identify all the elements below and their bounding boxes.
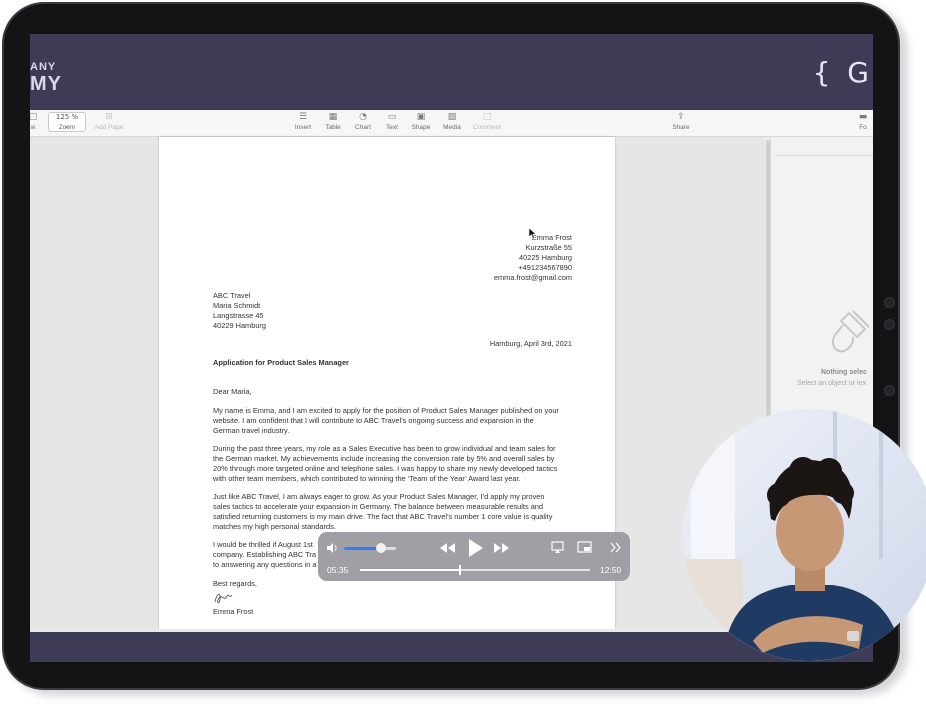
paragraph-line: with other team members, which contribut… (213, 474, 521, 483)
airplay-icon[interactable] (551, 541, 564, 554)
total-duration: 12:50 (600, 565, 622, 575)
signature-image (214, 593, 233, 604)
table-button[interactable]: ▦ Table (316, 112, 350, 132)
format-icon: ▬ (858, 112, 868, 122)
paragraph-line: satisfied returning customers is my main… (213, 512, 553, 521)
sender-city: 40225 Hamburg (518, 253, 572, 262)
brand-line-2: MY (30, 73, 62, 95)
presenter-webcam-overlay (683, 409, 926, 661)
share-label: Share (672, 124, 690, 131)
more-chevron-icon[interactable] (610, 542, 622, 553)
volume-knob[interactable] (376, 543, 387, 553)
brand-logo-right: { G (812, 56, 873, 89)
letter-paragraph: During the past three years, my role as … (213, 444, 573, 484)
paragraph-line: the German market. My achievements inclu… (213, 454, 555, 463)
paragraph-line: 20% through more targeted online and tel… (213, 464, 558, 473)
letter-date: Hamburg, April 3rd, 2021 (489, 339, 572, 348)
brand-logo-left: ANY MY (30, 61, 62, 95)
share-icon: ⇪ (677, 112, 685, 122)
recipient-street: Langstrasse 45 (213, 311, 264, 320)
sender-address: Emma Frost Kurzstraße 55 40225 Hamburg +… (494, 233, 572, 283)
play-icon[interactable] (467, 538, 484, 558)
sidebar-empty-subtitle: Select an object or tex (797, 380, 867, 387)
rewind-icon[interactable] (439, 542, 456, 554)
add-page-button[interactable]: ⊞ Add Page (92, 112, 126, 132)
paragraph-line: Just like ABC Travel, I am always eager … (213, 492, 545, 501)
table-label: Table (325, 124, 341, 131)
letter-closing: Best regards, (213, 579, 257, 588)
side-dot (884, 297, 895, 308)
recipient-name: Maria Schmidt (213, 301, 261, 310)
view-label: w (30, 124, 36, 131)
comment-label: Comment (472, 124, 502, 131)
sender-email: emma.frost@gmail.com (493, 273, 572, 282)
letter-paragraph: Just like ABC Travel, I am always eager … (213, 492, 573, 532)
format-button[interactable]: ▬ Fo (852, 112, 873, 132)
brand-line-1: ANY (30, 61, 57, 73)
shape-icon: ▣ (416, 112, 426, 122)
format-label: Fo (859, 124, 867, 131)
paragraph-line: German travel industry. (213, 426, 290, 435)
mouse-pointer-icon (528, 227, 537, 240)
sidebar-empty-title: Nothing selec (821, 369, 867, 376)
view-button[interactable]: ▢ w (30, 112, 50, 132)
shape-label: Shape (411, 124, 431, 131)
media-icon: ▧ (447, 112, 457, 122)
insert-label: Insert (294, 124, 312, 131)
zoom-control[interactable]: 125 % ⌄ Zoom (48, 112, 86, 132)
speaker-icon[interactable] (326, 542, 339, 554)
letter-salutation: Dear Maria, (213, 387, 252, 396)
paragraph-line: sales tactics to accelerate your expansi… (213, 502, 544, 511)
signature-name: Emma Frost (213, 607, 254, 616)
recipient-company: ABC Travel (213, 291, 251, 300)
add-page-label: Add Page (94, 124, 124, 131)
fast-forward-icon[interactable] (493, 542, 510, 554)
sender-phone: +491234567890 (518, 263, 572, 272)
letter-paragraph: My name is Emma, and I am excited to app… (213, 406, 573, 436)
paragraph-line: matches my high personal standards. (213, 522, 336, 531)
recipient-address: ABC Travel Maria Schmidt Langstrasse 45 … (213, 291, 266, 331)
progress-fill (360, 569, 461, 571)
media-button[interactable]: ▧ Media (435, 112, 469, 132)
share-button[interactable]: ⇪ Share (664, 112, 698, 132)
paragraph-line: During the past three years, my role as … (213, 444, 556, 453)
recipient-city: 40229 Hamburg (213, 321, 267, 330)
paragraph-line: website. I am confident that I will cont… (213, 416, 534, 425)
progress-playhead[interactable] (459, 565, 462, 575)
sidebar-header (775, 137, 873, 156)
sender-street: Kurzstraße 55 (525, 243, 572, 252)
presenter-video (683, 409, 926, 661)
side-dot (884, 319, 895, 330)
picture-in-picture-icon[interactable] (577, 541, 592, 554)
insert-button[interactable]: ☰ Insert (286, 112, 320, 132)
volume-slider[interactable] (344, 543, 396, 553)
insert-icon: ☰ (298, 112, 308, 122)
paragraph-line: My name is Emma, and I am excited to app… (213, 406, 559, 415)
comment-button[interactable]: □ Comment (470, 112, 504, 132)
media-label: Media (443, 124, 461, 131)
playback-progress-bar[interactable] (360, 565, 590, 575)
paintbrush-icon (831, 310, 870, 353)
elapsed-time: 05:35 (327, 565, 349, 575)
shape-button[interactable]: ▣ Shape (404, 112, 438, 132)
side-dot (884, 385, 895, 396)
letter-subject: Application for Product Sales Manager (213, 358, 349, 367)
toolbar: ▢ w 125 % ⌄ Zoom ⊞ Add Page ☰ Insert ▦ T… (30, 110, 873, 137)
sidebar-icon: ▢ (30, 112, 38, 122)
add-page-icon: ⊞ (105, 112, 113, 122)
video-player-controls: 05:35 12:50 (318, 532, 630, 581)
comment-icon: □ (482, 112, 492, 122)
table-icon: ▦ (328, 112, 338, 122)
